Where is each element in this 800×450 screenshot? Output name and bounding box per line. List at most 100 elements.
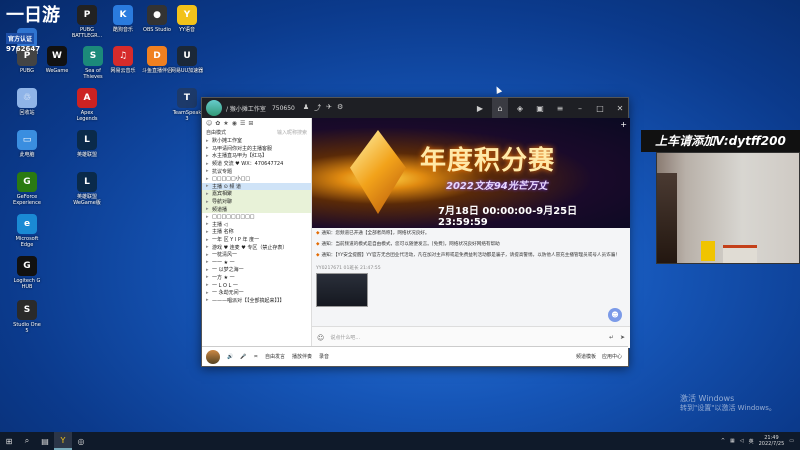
speaker-icon[interactable]: 🔊 (227, 354, 233, 360)
channel-item[interactable]: ▸ 默小摊工作室 (202, 137, 311, 145)
channel-item[interactable]: ▸ 一 以梦之海一 (202, 266, 311, 274)
left-toolbar: ☺ ✿ ★ ◉ ☰ ⊞ (202, 118, 311, 128)
channel-item[interactable]: ▸ 导航对聊 (202, 197, 311, 206)
mode-bar: 自由模式 输入昵称搜索 (202, 128, 311, 137)
taskbar-yy-icon[interactable]: Y (54, 432, 72, 450)
channel-template-button[interactable]: 频道模板 (576, 353, 596, 360)
channel-item[interactable]: ▸ 频道播 (202, 205, 311, 213)
send-icon[interactable]: ➤ (620, 334, 625, 341)
desktop-icon[interactable]: G GeForce Experience (4, 172, 50, 206)
screen-icon[interactable]: ▣ (532, 104, 548, 113)
taskbar-app-icon[interactable]: ◎ (72, 432, 90, 450)
chat-meta: YY0217671 01班长 21:47:55 (316, 265, 381, 271)
equalizer-icon[interactable]: ♒ (253, 354, 257, 360)
add-icon[interactable]: + (620, 120, 627, 129)
channel-item[interactable]: ▸ 一方 ★ 一 (202, 274, 311, 282)
notification-icon[interactable]: ▭ (789, 438, 794, 444)
desktop-icon[interactable]: Y YY语音 (164, 5, 210, 33)
channel-item[interactable]: ▸ 一 L O L 一 (202, 281, 311, 289)
desktop-icon-label: 此电脑 (19, 152, 35, 158)
channel-item[interactable]: ▸ □□□□□□□□□ (202, 213, 311, 221)
user-icon[interactable]: ☺ (206, 120, 212, 127)
chat-message: ◆ 通知：您频道已开通【全部者简称】，网络状况良好。 (316, 231, 430, 236)
app-center-button[interactable]: 应用中心 (602, 353, 622, 360)
channel-item[interactable]: ▸ 主播 名称 (202, 228, 311, 236)
star-icon[interactable]: ★ (223, 120, 228, 127)
gamepad-icon[interactable]: ◈ (512, 104, 528, 113)
desktop-icon-label: 网易UU加速器 (170, 68, 204, 74)
settings-icon[interactable]: ⚙ (337, 103, 343, 113)
plane-icon[interactable]: ✈ (326, 103, 332, 113)
channel-item[interactable]: ▸ 频道 交流 ♥ WX：470647724 (202, 160, 311, 168)
grid-icon[interactable]: ⊞ (248, 120, 253, 127)
app-icon: G (17, 172, 37, 192)
user-avatar[interactable] (206, 349, 220, 364)
home-icon[interactable]: ⌂ (492, 98, 508, 118)
channel-item[interactable]: ▸ 一枕清风一 (202, 251, 311, 259)
mode-select[interactable]: 自由模式 (206, 129, 226, 136)
return-icon[interactable]: ↵ (609, 334, 614, 341)
accompaniment-button[interactable]: 播放伴奏 (292, 353, 312, 360)
share-icon[interactable]: ⤴ (314, 103, 321, 113)
network-icon[interactable]: ▦ (730, 438, 735, 444)
channel-item[interactable]: ▸ 一 永劫无间一 (202, 289, 311, 297)
desktop-icon[interactable]: L 英雄联盟 WeGame版 (64, 172, 110, 206)
menu-icon[interactable]: ≡ (552, 104, 568, 113)
app-icon: ♫ (113, 46, 133, 66)
channel-item[interactable]: ▸ 一一 ★ 一 (202, 259, 311, 267)
maximize-icon[interactable]: □ (592, 104, 608, 113)
chevron-up-icon[interactable]: ^ (721, 438, 725, 444)
emoji-icon[interactable]: ☺ (317, 334, 324, 342)
clock[interactable]: 21:49 2022/7/25 (759, 435, 785, 447)
desktop-icon[interactable]: G Logitech G HUB (4, 256, 50, 290)
channel-item[interactable]: ▸ 抗议专题 (202, 167, 311, 175)
channel-item[interactable]: ▸ 主播 ⊙ 频 道 (202, 182, 311, 191)
list-icon[interactable]: ☰ (240, 120, 245, 127)
chat-input[interactable]: 说点什么吧... (330, 334, 360, 341)
ime-icon[interactable]: 英 (749, 438, 754, 445)
desktop-icon[interactable]: A Apex Legends (64, 88, 110, 122)
desktop-icon[interactable]: U 网易UU加速器 (164, 46, 210, 74)
channel-item[interactable]: ▸ 嘉宾相聚 (202, 190, 311, 198)
camera-icon[interactable]: ◉ (232, 120, 237, 127)
task-view-icon[interactable]: ▤ (36, 432, 54, 450)
channel-label: 主播 名称 (212, 229, 234, 236)
member-search[interactable]: 输入昵称搜索 (277, 129, 307, 136)
event-banner[interactable]: 年度积分赛 2022文友94光芒万丈 7月18日 00:00:00-9月25日 … (312, 118, 630, 228)
chat-message: ◆ 通知：【YY安全提醒】YY官方无合团业代活动，凡在加对主声称或是免费益利活动都… (316, 253, 620, 259)
people-icon[interactable]: ♟ (303, 103, 309, 113)
chat-image-thumbnail[interactable] (316, 272, 368, 307)
channel-label: 频道 交流 ♥ WX：470647724 (212, 161, 284, 168)
minimize-icon[interactable]: – (572, 104, 588, 113)
desktop-icon[interactable]: S Studio One 5 (4, 300, 50, 334)
channel-item[interactable]: ▸ 主播 ◁ (202, 221, 311, 229)
cup-object (701, 241, 715, 261)
channel-item[interactable]: ▸ □□□□□小□□ (202, 175, 311, 183)
desktop-icon[interactable]: ♲ 回收站 (4, 88, 50, 116)
video-icon[interactable]: ▶ (472, 104, 488, 113)
channel-item[interactable]: ▸ 水主播直马甲为【红马】 (202, 152, 311, 160)
channel-item[interactable]: ▸ 游戏 ♥ 连麦 ♥ 专区（禁止存表） (202, 243, 311, 251)
close-icon[interactable]: ✕ (612, 104, 628, 113)
record-button[interactable]: 录音 (319, 353, 329, 360)
channel-item[interactable]: ▸ 一年 区 Y I P 年 度一 (202, 236, 311, 244)
channel-list-panel: ☺ ✿ ★ ◉ ☰ ⊞ 自由模式 输入昵称搜索 ▸ 默小摊工作室 ▸ 马甲请间你对主的… (202, 118, 312, 348)
free-mode-button[interactable]: 自由发言 (265, 353, 285, 360)
volume-icon[interactable]: ◁ (740, 438, 744, 444)
mic-icon[interactable]: 🎤 (240, 354, 246, 360)
desktop-icon[interactable]: e Microsoft Edge (4, 214, 50, 248)
desktop-icon[interactable]: ▭ 此电脑 (4, 130, 50, 158)
taskbar: ⊞ ⌕ ▤ Y ◎ ^ ▦ ◁ 英 21:49 2022/7/25 ▭ (0, 432, 800, 450)
channel-avatar[interactable] (206, 100, 222, 116)
gift-icon[interactable]: ✿ (215, 120, 220, 127)
app-icon: ▭ (17, 130, 37, 150)
desktop-icon-label: 英雄联盟 WeGame版 (73, 194, 101, 206)
start-icon[interactable]: ⊞ (0, 432, 18, 450)
system-tray: ^ ▦ ◁ 英 21:49 2022/7/25 ▭ (721, 435, 800, 447)
channel-item[interactable]: ▸ 马甲请间你对主的主播客服 (202, 145, 311, 153)
channel-item[interactable]: ▸ ———唱派对【【全部搞起来】】】 (202, 296, 311, 304)
assistant-bot-icon[interactable]: ☻ (608, 308, 622, 322)
channel-label: 马甲请间你对主的主播客服 (212, 145, 273, 152)
desktop-icon[interactable]: L 英雄联盟 (64, 130, 110, 158)
search-icon[interactable]: ⌕ (18, 432, 36, 450)
